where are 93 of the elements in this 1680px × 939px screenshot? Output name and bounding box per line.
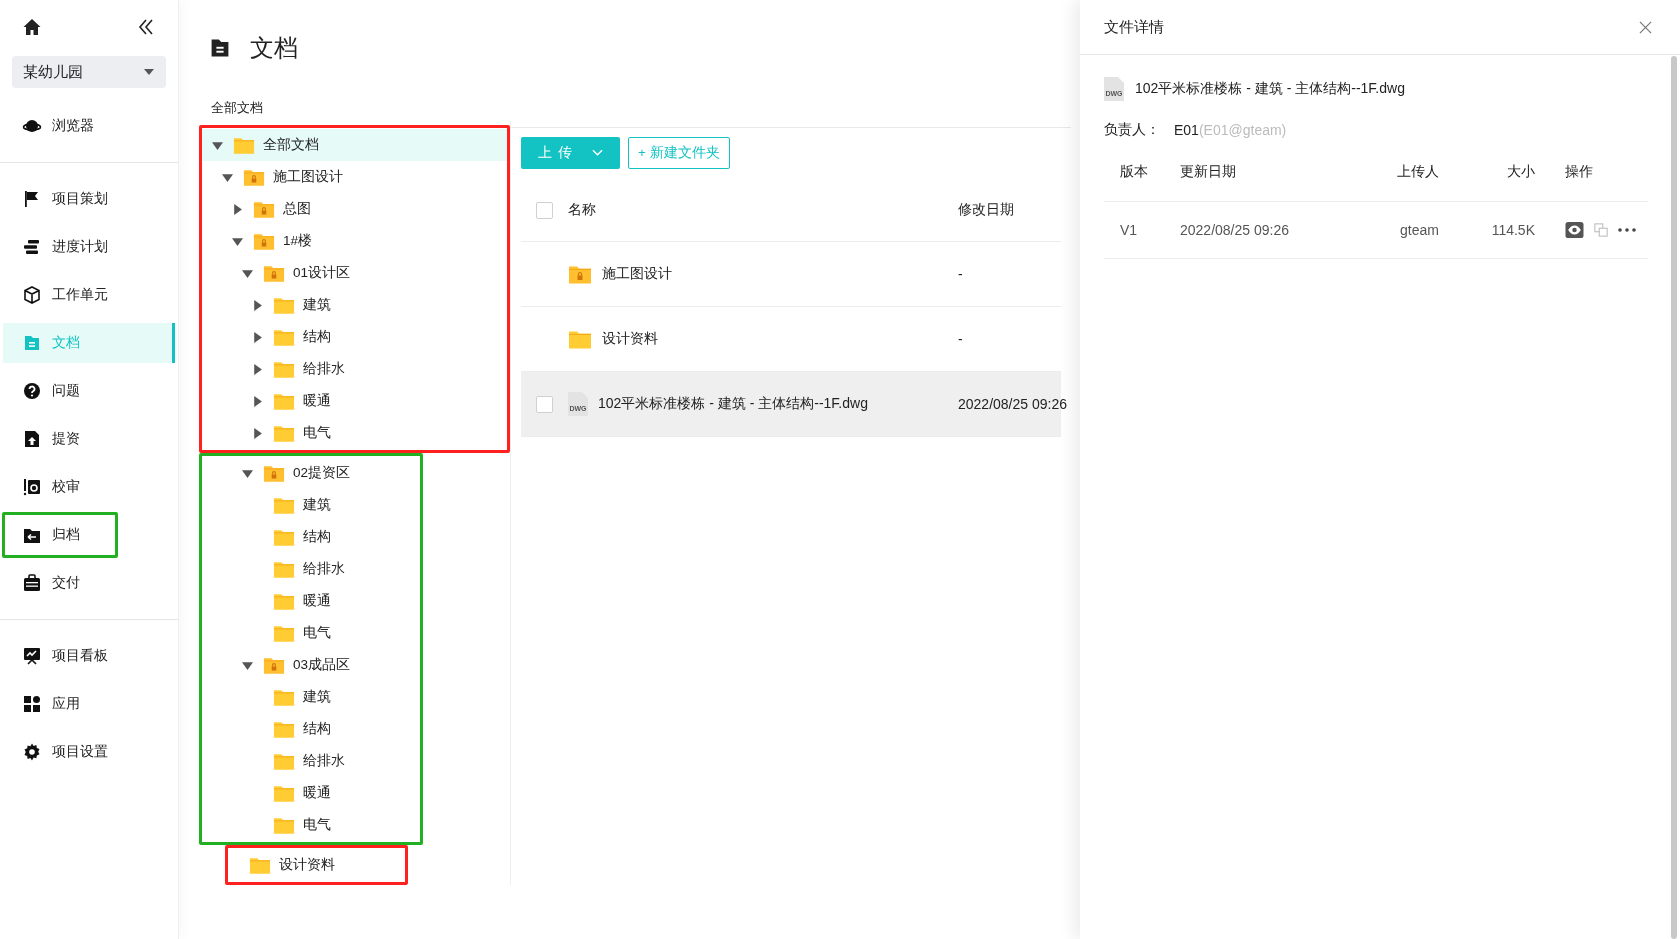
sidebar-item[interactable]: 项目设置	[3, 732, 175, 772]
sidebar-item[interactable]: 项目看板	[3, 636, 175, 676]
expanded-arrow-icon[interactable]	[242, 467, 253, 479]
owner-name: E01	[1174, 122, 1199, 138]
project-dropdown[interactable]: 某幼儿园	[12, 56, 166, 88]
expanded-arrow-icon[interactable]	[222, 171, 233, 183]
sidebar-item[interactable]: 提资	[3, 419, 175, 459]
column-header: 版本	[1119, 163, 1149, 181]
modified-date: -	[958, 266, 964, 282]
expanded-arrow-icon[interactable]	[242, 659, 253, 671]
sidebar-item[interactable]: 校审	[3, 467, 175, 507]
collapsed-arrow-icon[interactable]	[252, 363, 263, 375]
owner-account: (E01@gteam)	[1198, 122, 1287, 138]
collapsed-arrow-icon[interactable]	[232, 203, 243, 215]
file-name[interactable]: 102平米标准楼栋 - 建筑 - 主体结构--1F.dwg	[598, 395, 868, 413]
collapsed-arrow-icon[interactable]	[252, 331, 263, 343]
tree-node[interactable]: 建筑	[202, 289, 507, 321]
file-name[interactable]: 施工图设计	[602, 265, 672, 283]
sidebar-item[interactable]: 进度计划	[3, 227, 175, 267]
home-icon[interactable]	[22, 17, 42, 37]
column-header: 上传人	[1397, 163, 1440, 181]
sidebar-item[interactable]: 工作单元	[3, 275, 175, 315]
tree-node[interactable]: 暖通	[202, 385, 507, 417]
chevron-down-icon	[592, 149, 604, 157]
tree-node[interactable]: 暖通	[202, 777, 351, 809]
sidebar-item[interactable]: 问题	[3, 371, 175, 411]
collapse-icon[interactable]	[136, 17, 156, 37]
column-header: 更新日期	[1180, 163, 1237, 181]
tree-node[interactable]: 电气	[202, 417, 507, 449]
help-icon	[22, 381, 42, 401]
expanded-arrow-icon[interactable]	[242, 267, 253, 279]
tree-node[interactable]: 设计资料	[228, 849, 335, 881]
briefcase-icon	[22, 573, 42, 593]
more-icon[interactable]	[1618, 228, 1636, 232]
modified-date: -	[958, 331, 964, 347]
column-header: 操作	[1564, 163, 1594, 181]
apps-icon	[22, 694, 42, 714]
panel-title: 文件详情	[1104, 17, 1164, 37]
tree-node[interactable]: 结构	[202, 713, 351, 745]
file-name[interactable]: 设计资料	[602, 330, 658, 348]
file-row[interactable]: 施工图设计 -	[521, 242, 1061, 307]
sidebar-item[interactable]: 浏览器	[3, 106, 175, 146]
file-upload-icon	[22, 429, 42, 449]
tree-node[interactable]: 给排水	[202, 745, 351, 777]
version-cell-text: V1	[1119, 222, 1139, 238]
size-cell-text: 114.5K	[1491, 222, 1536, 238]
tree-node[interactable]: 电气	[202, 617, 351, 649]
settings-icon	[22, 742, 42, 762]
expanded-arrow-icon[interactable]	[232, 235, 243, 247]
chart-board-icon	[22, 646, 42, 666]
caret-icon	[144, 69, 154, 75]
page-title: 文档	[250, 33, 298, 63]
collapsed-arrow-icon[interactable]	[252, 427, 263, 439]
uploader-cell-text: gteam	[1400, 222, 1440, 238]
modified-date: 2022/08/25 09:26	[958, 396, 1067, 412]
tree-node[interactable]: 暖通	[202, 585, 351, 617]
tree-node[interactable]: 施工图设计	[202, 161, 507, 193]
column-header: 修改日期	[958, 201, 1015, 219]
document-icon	[22, 333, 42, 353]
tree-node[interactable]: 1#楼	[202, 225, 507, 257]
sidebar-item[interactable]: 项目策划	[3, 179, 175, 219]
owner-label: 负责人：	[1104, 121, 1161, 139]
tree-node[interactable]: 建筑	[202, 681, 351, 713]
sidebar-item[interactable]: 归档	[5, 515, 115, 555]
file-name: 102平米标准楼栋 - 建筑 - 主体结构--1F.dwg	[1135, 80, 1405, 98]
tree-node[interactable]: 建筑	[202, 489, 351, 521]
tree-node[interactable]: 给排水	[202, 353, 507, 385]
close-icon[interactable]	[1639, 20, 1652, 34]
column-header: 名称	[568, 201, 597, 219]
column-header: 大小	[1507, 163, 1536, 181]
cube-icon	[22, 285, 42, 305]
collapsed-arrow-icon[interactable]	[252, 299, 263, 311]
tree-node[interactable]: 01设计区	[202, 257, 507, 289]
checkbox[interactable]	[536, 201, 553, 219]
tree-node[interactable]: 给排水	[202, 553, 351, 585]
date-cell-text: 2022/08/25 09:26	[1180, 222, 1290, 238]
tree-node[interactable]: 结构	[202, 321, 507, 353]
collapsed-arrow-icon[interactable]	[252, 395, 263, 407]
expanded-arrow-icon[interactable]	[212, 139, 223, 151]
sidebar-item[interactable]: 应用	[3, 684, 175, 724]
tree-node[interactable]: 03成品区	[202, 649, 351, 681]
tree-node[interactable]: 全部文档	[202, 129, 507, 161]
tree-node[interactable]: 电气	[202, 809, 351, 841]
checkbox[interactable]	[536, 395, 553, 413]
sidebar-item[interactable]: 交付	[3, 563, 175, 603]
scrollbar[interactable]	[1671, 56, 1677, 939]
tree-node[interactable]: 02提资区	[202, 457, 351, 489]
breadcrumb[interactable]: 全部文档	[211, 100, 263, 115]
tree-node[interactable]: 结构	[202, 521, 351, 553]
review-icon	[22, 477, 42, 497]
bars-icon	[22, 237, 42, 257]
preview-eye-icon[interactable]	[1565, 221, 1584, 239]
tree-node[interactable]: 总图	[202, 193, 507, 225]
